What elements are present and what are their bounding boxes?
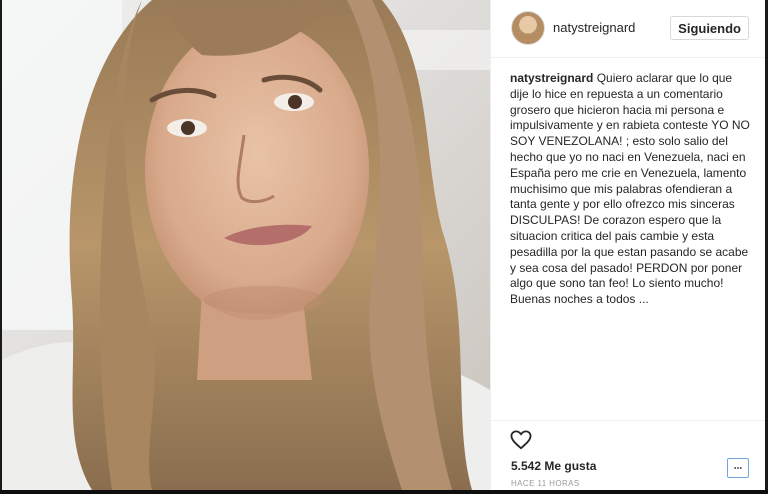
heart-outline-icon[interactable] [510, 430, 532, 450]
caption-author[interactable]: natystreignard [510, 71, 593, 85]
following-button[interactable]: Siguiendo [670, 16, 749, 40]
post-caption: natystreignard Quiero aclarar que lo que… [510, 71, 754, 308]
post-side-panel: natystreignard Siguiendo natystreignard … [490, 0, 765, 490]
more-options-button[interactable] [727, 458, 749, 478]
like-count[interactable]: 5.542 Me gusta [511, 459, 596, 473]
post-timestamp: HACE 11 HORAS [511, 479, 580, 488]
author-username[interactable]: natystreignard [553, 20, 635, 35]
post-modal: natystreignard Siguiendo natystreignard … [0, 0, 768, 494]
bottom-strip [0, 490, 768, 494]
caption-text: Quiero aclarar que lo que dije lo hice e… [510, 71, 750, 307]
post-actions: 5.542 Me gusta HACE 11 HORAS [491, 420, 765, 491]
avatar[interactable] [511, 11, 545, 45]
post-header: natystreignard Siguiendo [491, 0, 765, 58]
post-photo[interactable] [2, 0, 490, 490]
selfie-image [2, 0, 490, 490]
more-options-icon [734, 467, 742, 469]
